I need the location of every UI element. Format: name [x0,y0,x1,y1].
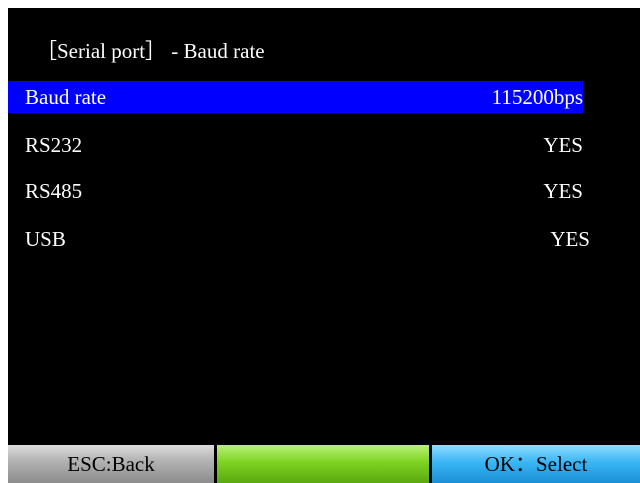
middle-softkey[interactable] [217,445,429,483]
menu-item-value: YES [543,179,583,203]
menu-item-usb[interactable]: USB YES [8,223,590,255]
esc-back-button[interactable]: ESC:Back [8,445,214,483]
page-title: ［Serial port］ - Baud rate [36,39,265,63]
menu-item-label: RS485 [25,179,83,203]
menu-item-rs232[interactable]: RS232 YES [8,129,583,161]
menu-item-label: Baud rate [25,85,107,109]
menu-item-baud-rate[interactable]: Baud rate 115200bps [8,81,583,113]
softkey-bar: ESC:Back OK：Select [8,445,640,483]
menu-item-value: YES [543,133,583,157]
menu-item-label: RS232 [25,133,83,157]
menu-item-value: YES [550,227,590,251]
menu-item-rs485[interactable]: RS485 YES [8,175,583,207]
menu-item-value: 115200bps [491,85,583,109]
ok-select-button[interactable]: OK：Select [432,445,640,483]
device-screen: ［Serial port］ - Baud rate Baud rate 1152… [8,8,640,483]
menu-item-label: USB [25,227,66,251]
